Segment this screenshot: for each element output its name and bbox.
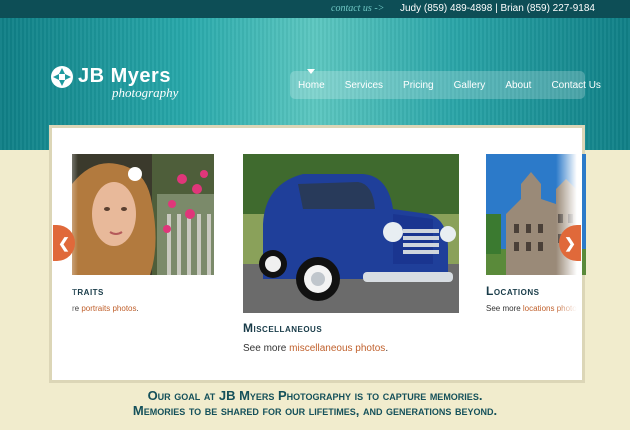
slide-see-more-portraits: re portraits photos. [72, 304, 139, 313]
nav-services[interactable]: Services [345, 80, 383, 91]
slide-see-more-miscellaneous: See more miscellaneous photos. [243, 343, 388, 354]
logo-subtitle: photography [112, 85, 179, 100]
miscellaneous-photos-link[interactable]: miscellaneous photos [289, 343, 385, 354]
chevron-right-icon: ❯ [564, 234, 576, 251]
main-nav: Home Services Pricing Gallery About Cont… [290, 68, 601, 99]
nav-home[interactable]: Home [298, 68, 325, 91]
phone-numbers: Judy (859) 489-4898 | Brian (859) 227-91… [400, 3, 595, 14]
truck-photo[interactable] [243, 154, 459, 313]
aperture-icon [51, 66, 73, 88]
portrait-photo[interactable] [72, 154, 214, 275]
gallery-slider: ❮ ❯ traits portraits photos. Miscellaneo… [49, 125, 586, 383]
tagline-line-1: Our goal at JB Myers Photography is to c… [147, 388, 483, 403]
contact-us-link[interactable]: contact us -> [331, 3, 384, 14]
slide-portraits: traits re portraits photos. [72, 154, 217, 354]
nav-contact-us[interactable]: Contact Us [551, 80, 600, 91]
nav-pricing[interactable]: Pricing [403, 80, 434, 91]
chevron-left-icon: ❮ [58, 234, 70, 251]
slide-title-locations: Locations [486, 284, 540, 298]
see-more-prefix: See more [243, 343, 290, 354]
nav-gallery[interactable]: Gallery [454, 80, 486, 91]
top-bar: contact us -> Judy (859) 489-4898 | Bria… [0, 0, 630, 18]
tagline-line-2: Memories to be shared for our lifetimes,… [132, 403, 498, 418]
see-more-suffix: . [385, 343, 389, 354]
slide-miscellaneous: Miscellaneous See more miscellaneous pho… [243, 154, 461, 359]
nav-about[interactable]: About [505, 80, 531, 91]
portraits-photos-link[interactable]: portraits photos [81, 304, 136, 313]
tagline: Our goal at JB Myers Photography is to c… [0, 388, 630, 418]
see-more-prefix: See more [486, 304, 523, 313]
see-more-suffix: . [136, 304, 139, 313]
slide-title-miscellaneous: Miscellaneous [243, 321, 323, 335]
